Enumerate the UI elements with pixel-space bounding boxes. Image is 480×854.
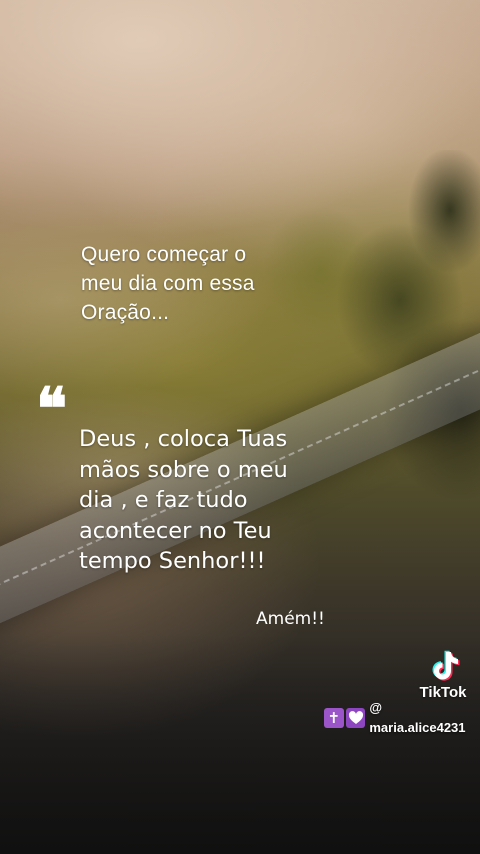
tiktok-note-icon — [432, 650, 460, 681]
video-frame[interactable]: Quero começar o meu dia com essa Oração.… — [0, 0, 480, 854]
creator-tag[interactable]: ✝ @ maria.alice4231 — [324, 700, 480, 735]
bottom-shade — [0, 634, 480, 854]
closing-text: Amém!! — [256, 609, 325, 629]
creator-username[interactable]: @ maria.alice4231 — [369, 698, 480, 738]
tiktok-watermark: TikTok — [412, 648, 474, 702]
heart-icon — [345, 708, 366, 728]
prayer-text: Deus , coloca Tuas mãos sobre o meu dia … — [79, 426, 288, 574]
intro-caption: Quero começar o meu dia com essa Oração.… — [81, 243, 255, 324]
quote-mark-icon: ❝ — [36, 375, 68, 443]
cross-icon: ✝ — [324, 708, 344, 728]
